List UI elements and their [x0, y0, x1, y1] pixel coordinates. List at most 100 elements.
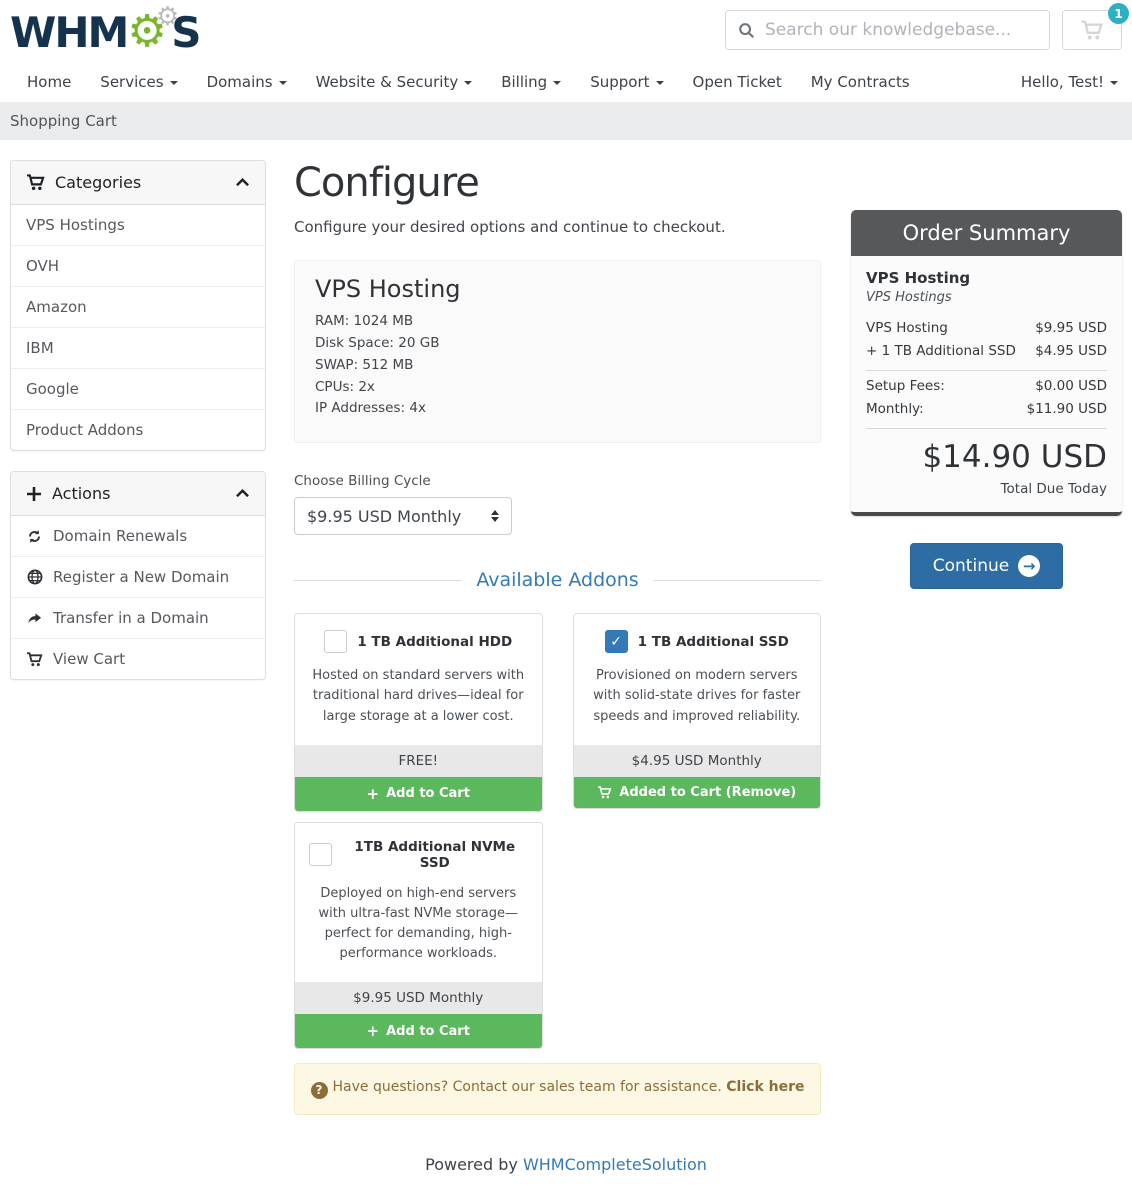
addon-price: $4.95 USD Monthly: [574, 745, 821, 777]
addons-grid: 1 TB Additional HDD Hosted on standard s…: [294, 613, 821, 1049]
added-to-cart-button[interactable]: Added to Cart (Remove): [574, 777, 821, 808]
nav-item-open-ticket[interactable]: Open Ticket: [693, 73, 782, 91]
search-input[interactable]: [765, 20, 1037, 40]
order-summary-title: Order Summary: [851, 210, 1122, 256]
select-arrows-icon: [491, 510, 499, 522]
order-summary-body: VPS Hosting VPS Hostings VPS Hosting $9.…: [851, 256, 1122, 516]
breadcrumb: Shopping Cart: [0, 102, 1132, 140]
addon-name: 1 TB Additional SSD: [638, 634, 789, 650]
transfer-arrow-icon: [26, 611, 43, 626]
sidebar-item-vps-hostings[interactable]: VPS Hostings: [11, 205, 265, 246]
summary-line: VPS Hosting $9.95 USD: [866, 320, 1107, 336]
add-to-cart-button[interactable]: + Add to Cart: [295, 777, 542, 811]
chevron-down-icon: [656, 81, 664, 85]
nav-item-website-security[interactable]: Website & Security: [316, 73, 473, 91]
chevron-down-icon: [464, 81, 472, 85]
sidebar-item-product-addons[interactable]: Product Addons: [11, 410, 265, 450]
continue-button[interactable]: Continue →: [910, 543, 1063, 589]
continue-wrap: Continue →: [851, 543, 1122, 589]
main-column: Configure Configure your desired options…: [294, 160, 821, 1115]
categories-title: Categories: [55, 173, 141, 192]
cart-count-badge: 1: [1108, 3, 1129, 24]
summary-total-label: Total Due Today: [866, 481, 1107, 497]
summary-monthly: Monthly: $11.90 USD: [866, 401, 1107, 417]
actions-title: Actions: [52, 484, 110, 503]
product-info-panel: VPS Hosting RAM: 1024 MB Disk Space: 20 …: [294, 260, 821, 443]
summary-product-group: VPS Hostings: [866, 290, 1107, 305]
cart-icon: [26, 652, 43, 667]
logo-gear-group: ⚙ ⚙: [127, 8, 173, 58]
addon-card-hdd: 1 TB Additional HDD Hosted on standard s…: [294, 613, 543, 811]
billing-cycle-value: $9.95 USD Monthly: [307, 507, 461, 526]
available-addons-heading: Available Addons: [294, 569, 821, 591]
logo-text-whm: WHM: [10, 9, 127, 57]
add-to-cart-button[interactable]: + Add to Cart: [295, 1014, 542, 1048]
addon-description: Deployed on high-end servers with ultra-…: [309, 884, 528, 965]
powered-by-text: Powered by: [425, 1155, 518, 1174]
order-summary-panel: Order Summary VPS Hosting VPS Hostings V…: [851, 210, 1122, 516]
addon-checkbox[interactable]: [309, 843, 332, 866]
billing-cycle-select[interactable]: $9.95 USD Monthly: [294, 497, 512, 535]
page-title: Configure: [294, 160, 821, 206]
click-here-link[interactable]: Click here: [726, 1079, 804, 1095]
addon-checkbox[interactable]: [324, 630, 347, 653]
chevron-down-icon: [279, 81, 287, 85]
summary-setup-fees: Setup Fees: $0.00 USD: [866, 378, 1107, 394]
refresh-icon: [26, 529, 43, 544]
sidebar-item-transfer-domain[interactable]: Transfer in a Domain: [11, 598, 265, 639]
plus-icon: +: [367, 785, 380, 803]
sidebar-item-google[interactable]: Google: [11, 369, 265, 410]
chevron-down-icon: [170, 81, 178, 85]
addon-name: 1TB Additional NVMe SSD: [342, 839, 528, 871]
question-circle-icon: ?: [311, 1082, 328, 1099]
right-column: Order Summary VPS Hosting VPS Hostings V…: [849, 160, 1122, 1115]
globe-icon: [26, 569, 43, 585]
account-menu[interactable]: Hello, Test!: [1021, 73, 1118, 91]
nav-item-support[interactable]: Support: [590, 73, 663, 91]
cart-button[interactable]: 1: [1062, 10, 1122, 50]
nav-item-home[interactable]: Home: [27, 73, 71, 91]
knowledgebase-search: [725, 10, 1050, 50]
chevron-up-icon[interactable]: [235, 487, 250, 500]
header-right: 1: [725, 8, 1122, 50]
page-subtitle: Configure your desired options and conti…: [294, 218, 821, 236]
addon-name: 1 TB Additional HDD: [357, 634, 512, 650]
cart-icon: [26, 174, 45, 191]
addon-body: 1 TB Additional SSD Provisioned on moder…: [574, 614, 821, 744]
sidebar-item-view-cart[interactable]: View Cart: [11, 639, 265, 679]
cart-icon: [1080, 20, 1104, 41]
categories-panel-header[interactable]: Categories: [11, 161, 265, 205]
nav-item-domains[interactable]: Domains: [207, 73, 287, 91]
sidebar-item-register-domain[interactable]: Register a New Domain: [11, 557, 265, 598]
addon-price: $9.95 USD Monthly: [295, 982, 542, 1014]
content: Categories VPS Hostings OVH Amazon IBM G…: [0, 140, 1132, 1115]
nav-item-billing[interactable]: Billing: [501, 73, 561, 91]
page-header: WHM ⚙ ⚙ S 1: [0, 0, 1132, 64]
main-nav: Home Services Domains Website & Security…: [0, 64, 1132, 102]
cart-icon: [597, 786, 612, 799]
sidebar-item-amazon[interactable]: Amazon: [11, 287, 265, 328]
addon-checkbox[interactable]: [605, 630, 628, 653]
sidebar-item-domain-renewals[interactable]: Domain Renewals: [11, 516, 265, 557]
nav-item-services[interactable]: Services: [100, 73, 177, 91]
page-footer: Powered by WHMCompleteSolution: [0, 1115, 1132, 1200]
product-spec-ips: IP Addresses: 4x: [315, 398, 800, 420]
whmcompletesolution-link[interactable]: WHMCompleteSolution: [523, 1155, 707, 1174]
categories-panel: Categories VPS Hostings OVH Amazon IBM G…: [10, 160, 266, 451]
sales-help-alert: ?Have questions? Contact our sales team …: [294, 1063, 821, 1115]
sidebar-item-ibm[interactable]: IBM: [11, 328, 265, 369]
whmcs-logo[interactable]: WHM ⚙ ⚙ S: [10, 8, 200, 58]
gear-icon: ⚙: [127, 10, 166, 54]
nav-item-my-contracts[interactable]: My Contracts: [811, 73, 910, 91]
actions-panel-header[interactable]: Actions: [11, 472, 265, 516]
addon-body: 1 TB Additional HDD Hosted on standard s…: [295, 614, 542, 744]
sidebar-item-ovh[interactable]: OVH: [11, 246, 265, 287]
chevron-up-icon[interactable]: [235, 176, 250, 189]
sidebar: Categories VPS Hostings OVH Amazon IBM G…: [10, 160, 266, 1115]
summary-line: + 1 TB Additional SSD $4.95 USD: [866, 343, 1107, 359]
addon-description: Hosted on standard servers with traditio…: [309, 666, 528, 726]
divider: [866, 428, 1107, 429]
summary-total: $14.90 USD: [866, 439, 1107, 475]
divider: [866, 370, 1107, 371]
addon-body: 1TB Additional NVMe SSD Deployed on high…: [295, 823, 542, 983]
